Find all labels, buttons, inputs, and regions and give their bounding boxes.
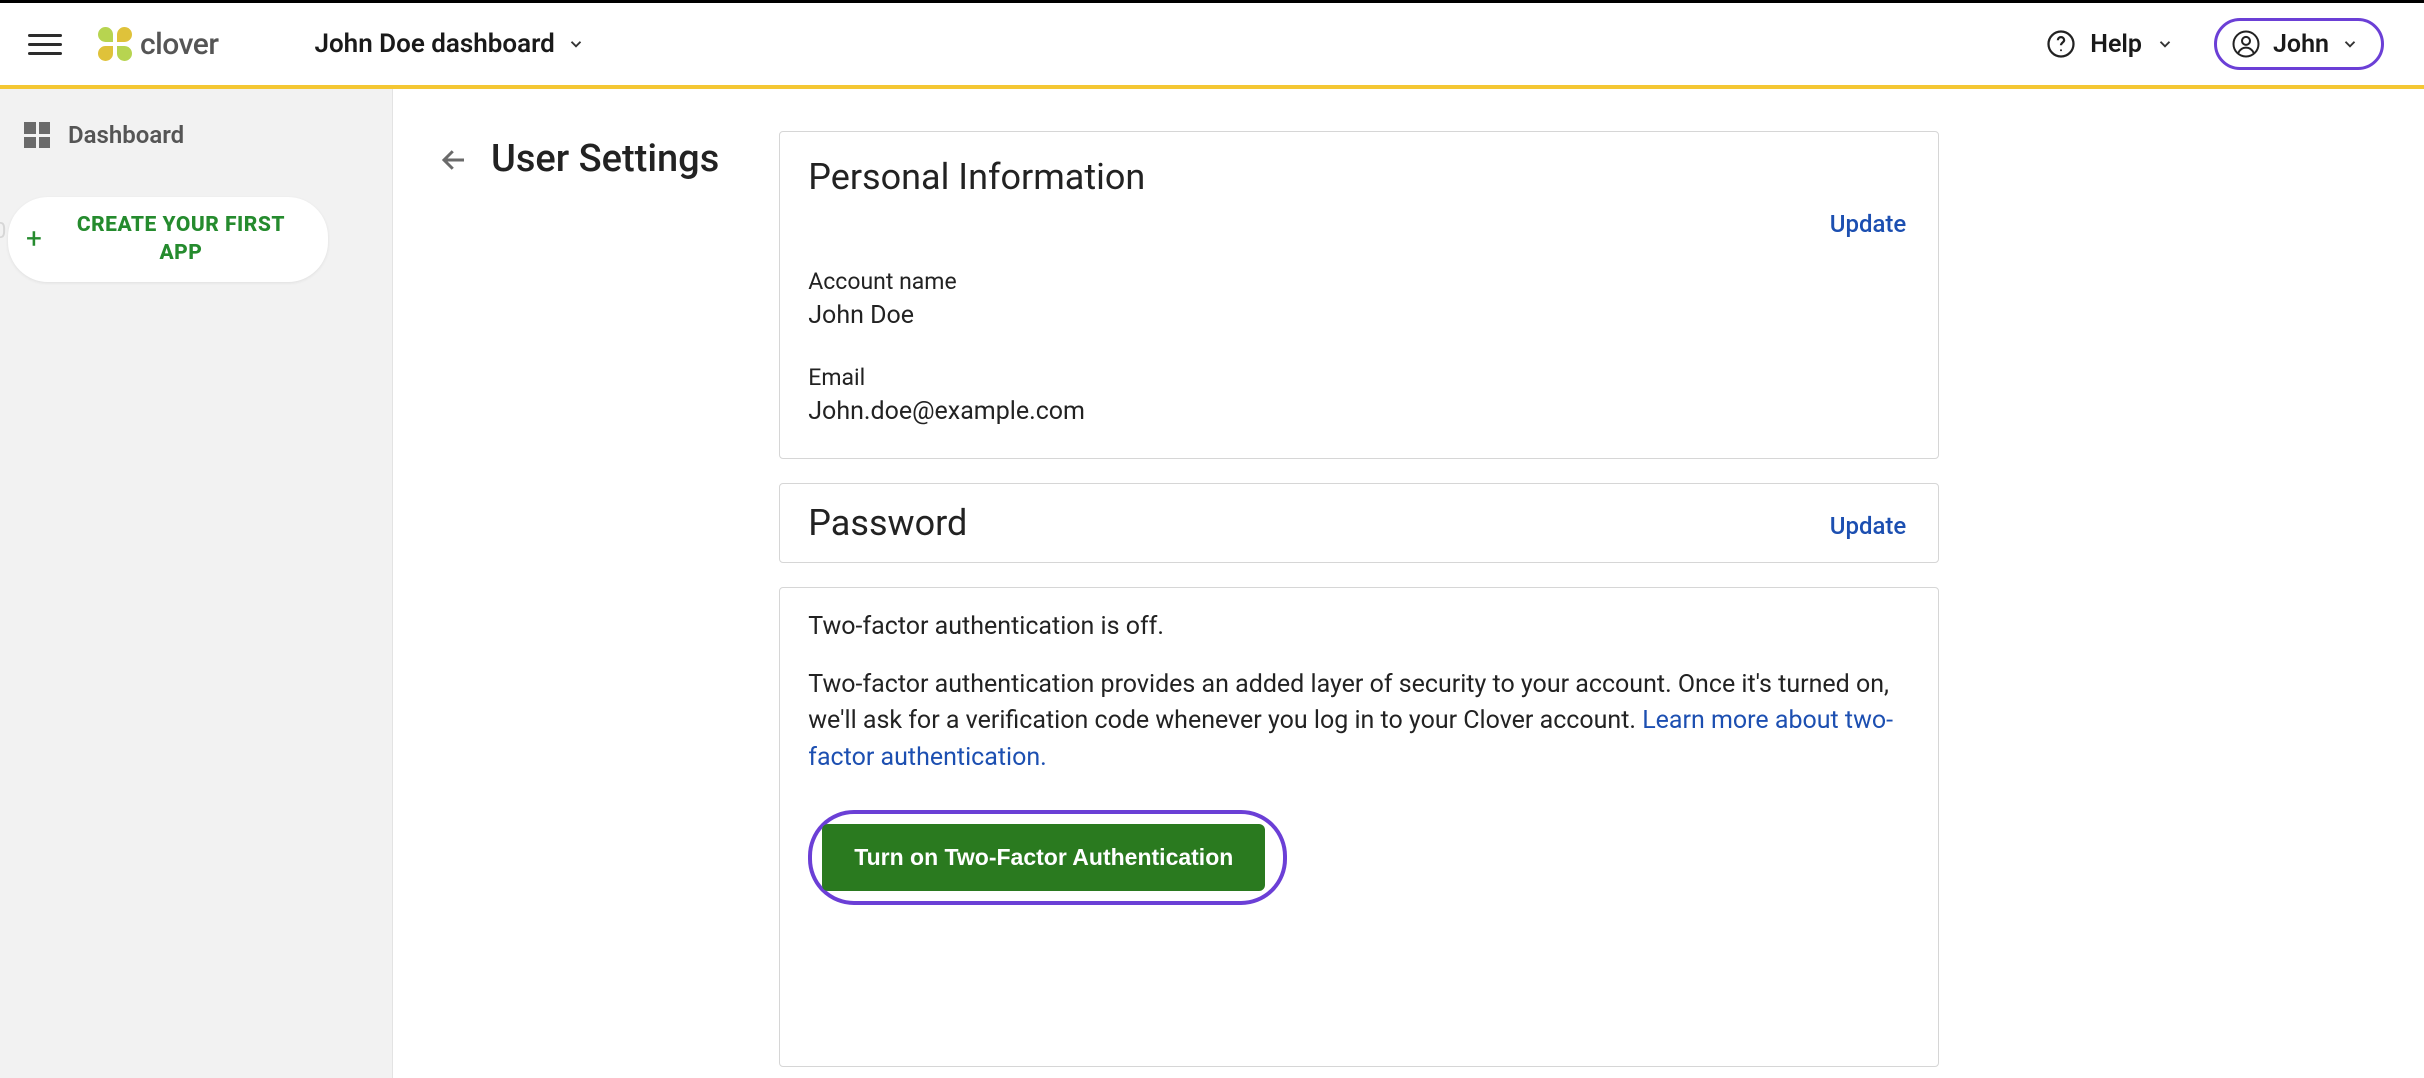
body-shell: 0 Dashboard + CREATE YOUR FIRST APP User… xyxy=(0,89,2424,1078)
chevron-down-icon xyxy=(2156,35,2174,53)
chevron-down-icon xyxy=(2341,35,2359,53)
topbar-right: Help John xyxy=(2046,18,2384,70)
sidebar: 0 Dashboard + CREATE YOUR FIRST APP xyxy=(0,89,393,1078)
tfa-description: Two-factor authentication provides an ad… xyxy=(808,667,1906,776)
title-column: User Settings xyxy=(439,131,719,1078)
topbar-left: clover John Doe dashboard xyxy=(28,27,585,62)
clover-icon xyxy=(98,27,132,61)
two-factor-card: Two-factor authentication is off. Two-fa… xyxy=(779,587,1939,1067)
topbar: clover John Doe dashboard Help John xyxy=(0,3,2424,89)
create-first-app-button[interactable]: + CREATE YOUR FIRST APP xyxy=(8,197,328,282)
help-menu[interactable]: Help xyxy=(2046,29,2174,59)
cards-column: Personal Information Update Account name… xyxy=(779,131,1939,1078)
sidebar-item-label: Dashboard xyxy=(68,121,184,149)
main-content: User Settings Personal Information Updat… xyxy=(393,89,2424,1078)
personal-update-link[interactable]: Update xyxy=(1830,210,1907,238)
user-label: John xyxy=(2273,30,2329,59)
dashboard-selector-label: John Doe dashboard xyxy=(314,29,554,59)
brand-name: clover xyxy=(140,27,218,62)
account-name-value: John Doe xyxy=(808,301,1906,330)
sidebar-float-hint: 0 xyxy=(0,219,6,244)
password-update-link[interactable]: Update xyxy=(1830,512,1907,540)
tfa-status: Two-factor authentication is off. xyxy=(808,612,1906,641)
personal-info-title: Personal Information xyxy=(808,156,1145,198)
chevron-down-icon xyxy=(567,35,585,53)
turn-on-tfa-button[interactable]: Turn on Two-Factor Authentication xyxy=(822,824,1265,891)
sidebar-item-dashboard[interactable]: Dashboard xyxy=(0,111,392,159)
personal-info-card: Personal Information Update Account name… xyxy=(779,131,1939,459)
help-icon xyxy=(2046,29,2076,59)
brand-logo[interactable]: clover xyxy=(98,27,218,62)
password-title: Password xyxy=(808,502,967,544)
account-name-label: Account name xyxy=(808,268,1906,295)
back-arrow-icon[interactable] xyxy=(439,145,469,175)
password-card: Password Update xyxy=(779,483,1939,563)
user-menu[interactable]: John xyxy=(2214,18,2384,70)
help-label: Help xyxy=(2090,30,2142,59)
create-app-label: CREATE YOUR FIRST APP xyxy=(60,211,302,268)
email-value: John.doe@example.com xyxy=(808,397,1906,426)
plus-icon: + xyxy=(26,225,42,253)
email-label: Email xyxy=(808,364,1906,391)
dashboard-icon xyxy=(24,122,50,148)
dashboard-selector[interactable]: John Doe dashboard xyxy=(314,29,584,59)
user-icon xyxy=(2231,29,2261,59)
tfa-button-highlight: Turn on Two-Factor Authentication xyxy=(808,810,1287,905)
menu-icon[interactable] xyxy=(28,27,62,61)
page-title: User Settings xyxy=(491,137,719,181)
